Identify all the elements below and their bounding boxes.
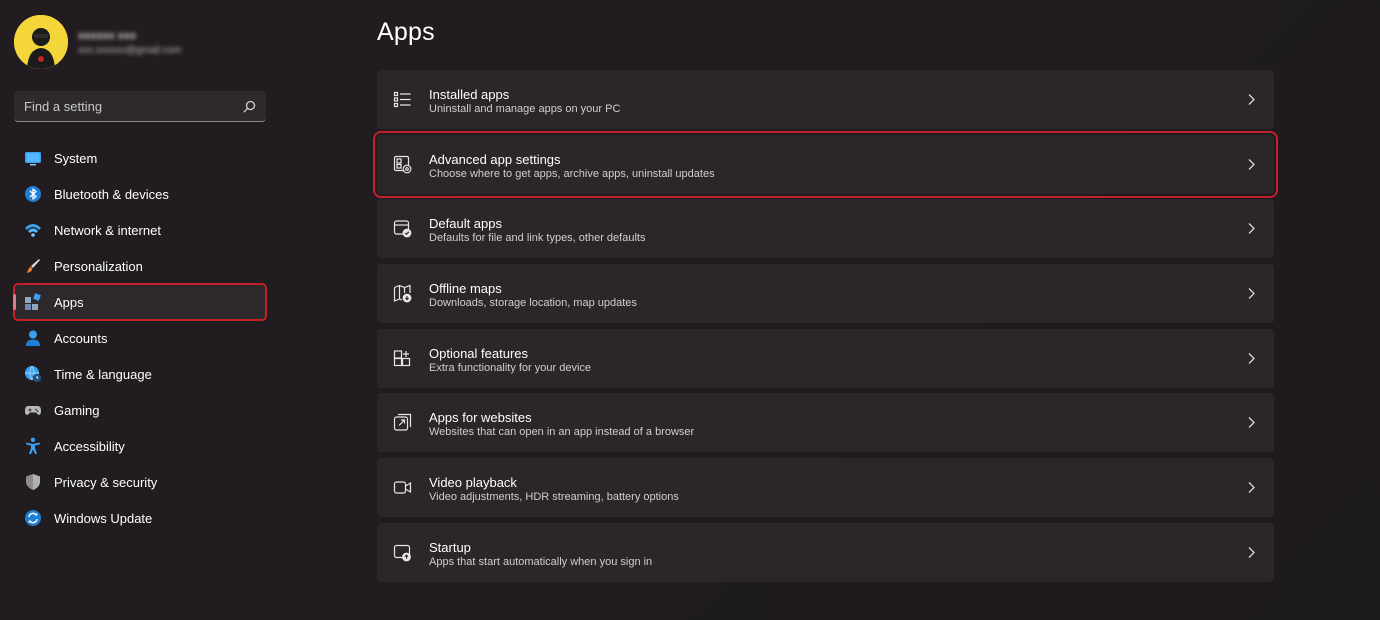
settings-window: xxxxxx xxx xxx.xxxxxx@gmail.com Find a s… [0,0,1380,620]
card-title: Video playback [429,475,517,491]
chevron-right-icon [1246,352,1256,365]
card-advanced-app-settings[interactable]: Advanced app settings Choose where to ge… [373,130,1278,198]
sidebar-item-label: Time & language [54,366,152,382]
card-optional-features[interactable]: Optional features Extra functionality fo… [377,328,1274,388]
sidebar-item-label: Accessibility [54,438,125,454]
card-title: Startup [429,539,471,555]
profile-name: xxxxxx xxx [78,30,137,42]
profile-email: xxx.xxxxxx@gmail.com [78,45,182,56]
video-icon [393,478,412,497]
user-profile[interactable]: xxxxxx xxx xxx.xxxxxx@gmail.com [14,15,274,69]
sidebar-item-gaming[interactable]: Gaming [14,392,266,428]
chevron-right-icon [1246,416,1256,429]
shield-icon [23,472,43,492]
system-icon [23,148,43,168]
sidebar: xxxxxx xxx xxx.xxxxxx@gmail.com Find a s… [0,0,280,620]
search-input[interactable]: Find a setting [14,91,266,122]
sidebar-item-accessibility[interactable]: Accessibility [14,428,266,464]
settings-cards: Installed apps Uninstall and manage apps… [373,70,1278,588]
chevron-right-icon [1246,93,1256,106]
page-title: Apps [377,18,435,46]
card-subtitle: Video adjustments, HDR streaming, batter… [429,491,679,504]
card-title: Offline maps [429,281,502,297]
brush-icon [23,256,43,276]
card-title: Default apps [429,216,502,232]
sidebar-item-label: Personalization [54,258,143,274]
search-placeholder: Find a setting [24,99,103,114]
sidebar-item-label: System [54,150,98,166]
chevron-right-icon [1246,222,1256,235]
sidebar-item-bluetooth[interactable]: Bluetooth & devices [14,176,266,212]
wifi-icon [23,220,43,240]
sidebar-nav: System Bluetooth & devices Network & int… [13,140,267,536]
card-title: Installed apps [429,87,510,102]
sidebar-item-label: Accounts [54,330,108,346]
update-icon [23,508,43,528]
accessibility-icon [23,436,43,456]
avatar [14,15,68,69]
chevron-right-icon [1246,546,1256,559]
list-icon [393,90,412,109]
search-icon[interactable] [243,100,256,113]
apps-icon [23,292,43,312]
sidebar-item-label: Bluetooth & devices [54,186,169,202]
open-link-icon [393,413,412,432]
sidebar-item-privacy-security[interactable]: Privacy & security [14,464,266,500]
features-icon [393,349,412,368]
gamepad-icon [23,400,43,420]
card-subtitle: Defaults for file and link types, other … [429,232,646,245]
card-subtitle: Websites that can open in an app instead… [429,426,695,439]
card-video-playback[interactable]: Video playback Video adjustments, HDR st… [377,458,1274,518]
sidebar-item-time-language[interactable]: Time & language [14,356,266,392]
sidebar-item-label: Windows Update [54,510,153,526]
sidebar-item-label: Privacy & security [54,474,158,490]
sidebar-item-label: Apps [54,294,84,310]
sidebar-item-apps[interactable]: Apps [13,283,267,321]
sidebar-item-windows-update[interactable]: Windows Update [14,500,266,536]
card-title: Optional features [429,345,529,361]
card-title: Advanced app settings [429,151,561,167]
sidebar-item-network[interactable]: Network & internet [14,212,266,248]
app-settings-icon [393,155,412,174]
default-apps-icon [393,219,412,238]
card-startup[interactable]: Startup Apps that start automatically wh… [377,522,1274,582]
chevron-right-icon [1246,158,1256,171]
card-subtitle: Apps that start automatically when you s… [429,555,653,568]
chevron-right-icon [1246,481,1256,494]
chevron-right-icon [1246,287,1256,300]
card-subtitle: Downloads, storage location, map updates [429,297,637,310]
globe-clock-icon [23,364,43,384]
card-installed-apps[interactable]: Installed apps Uninstall and manage apps… [377,70,1274,129]
card-apps-for-websites[interactable]: Apps for websites Websites that can open… [377,393,1274,453]
card-title: Apps for websites [429,410,532,426]
card-subtitle: Choose where to get apps, archive apps, … [429,167,715,180]
sidebar-item-personalization[interactable]: Personalization [14,248,266,284]
sidebar-item-label: Network & internet [54,222,161,238]
map-icon [393,284,412,303]
card-default-apps[interactable]: Default apps Defaults for file and link … [377,199,1274,259]
sidebar-item-label: Gaming [54,402,100,418]
card-subtitle: Extra functionality for your device [429,361,592,374]
sidebar-item-accounts[interactable]: Accounts [14,320,266,356]
card-offline-maps[interactable]: Offline maps Downloads, storage location… [377,264,1274,324]
sidebar-item-system[interactable]: System [14,140,266,176]
person-icon [23,328,43,348]
card-subtitle: Uninstall and manage apps on your PC [429,103,621,115]
bluetooth-icon [23,184,43,204]
startup-icon [393,543,412,562]
